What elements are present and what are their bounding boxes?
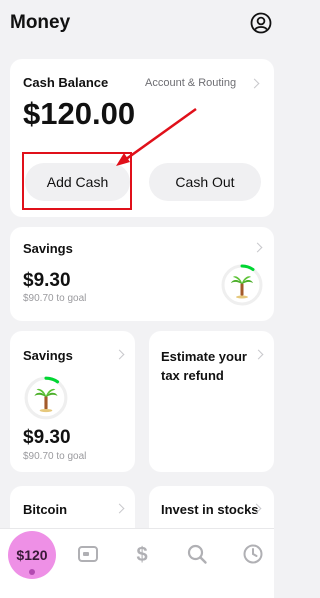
tax-refund-tile[interactable]: Estimate your tax refund bbox=[149, 331, 274, 472]
tax-refund-label: Estimate your tax refund bbox=[161, 349, 247, 383]
savings-goal-text: $90.70 to goal bbox=[23, 293, 87, 304]
chevron-right-icon bbox=[252, 242, 263, 253]
card-icon[interactable] bbox=[77, 543, 99, 565]
savings-card-wide[interactable]: Savings $9.30 $90.70 to goal bbox=[10, 227, 274, 321]
savings-goal-ring bbox=[24, 376, 68, 420]
savings-goal-ring bbox=[221, 264, 263, 306]
savings-goal-text: $90.70 to goal bbox=[23, 451, 87, 462]
clock-icon[interactable] bbox=[242, 543, 264, 565]
search-icon[interactable] bbox=[186, 543, 208, 565]
savings-amount: $9.30 bbox=[23, 270, 71, 291]
dollar-icon[interactable]: $ bbox=[131, 543, 153, 565]
invest-stocks-label: Invest in stocks bbox=[161, 502, 259, 517]
savings-label: Savings bbox=[23, 348, 73, 363]
bottom-tab-bar: $120 $ bbox=[0, 528, 274, 598]
svg-text:$: $ bbox=[136, 544, 147, 565]
savings-amount: $9.30 bbox=[23, 427, 71, 448]
savings-tile[interactable]: Savings $9.30 $90.70 to goal bbox=[10, 331, 135, 472]
chevron-right-icon bbox=[114, 349, 125, 360]
active-tab-indicator bbox=[29, 569, 35, 575]
savings-label: Savings bbox=[23, 241, 73, 256]
bitcoin-label: Bitcoin bbox=[23, 502, 68, 517]
chevron-right-icon bbox=[114, 503, 125, 514]
